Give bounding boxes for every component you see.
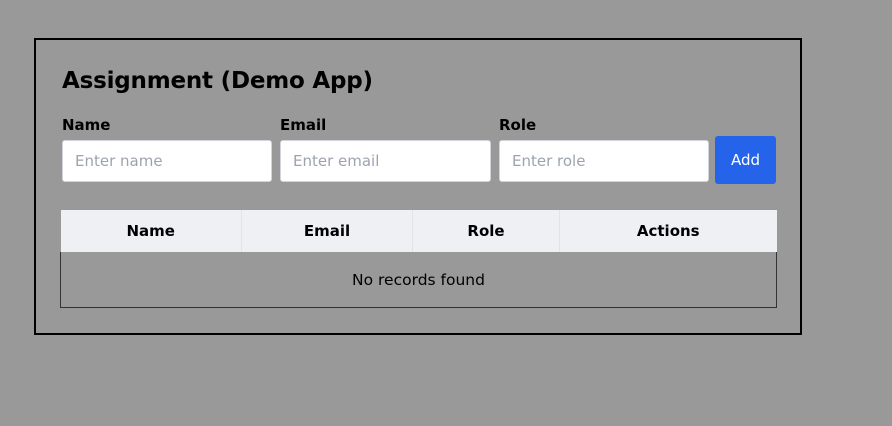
role-input[interactable] — [499, 140, 709, 182]
column-header-role: Role — [412, 210, 560, 252]
name-label: Name — [62, 116, 111, 134]
add-button[interactable]: Add — [715, 136, 776, 184]
assignment-panel: Assignment (Demo App) Name Email Role Ad… — [34, 38, 802, 335]
name-input[interactable] — [62, 140, 272, 182]
email-label: Email — [280, 116, 327, 134]
role-label: Role — [499, 116, 537, 134]
email-input[interactable] — [280, 140, 491, 182]
column-header-actions: Actions — [559, 210, 777, 252]
table-empty-row: No records found — [60, 252, 777, 308]
empty-state-message: No records found — [60, 252, 777, 308]
table-header-row: Name Email Role Actions — [60, 210, 777, 252]
column-header-email: Email — [241, 210, 413, 252]
column-header-name: Name — [60, 210, 242, 252]
page-title: Assignment (Demo App) — [62, 68, 373, 94]
records-table: Name Email Role Actions No records found — [60, 210, 777, 308]
